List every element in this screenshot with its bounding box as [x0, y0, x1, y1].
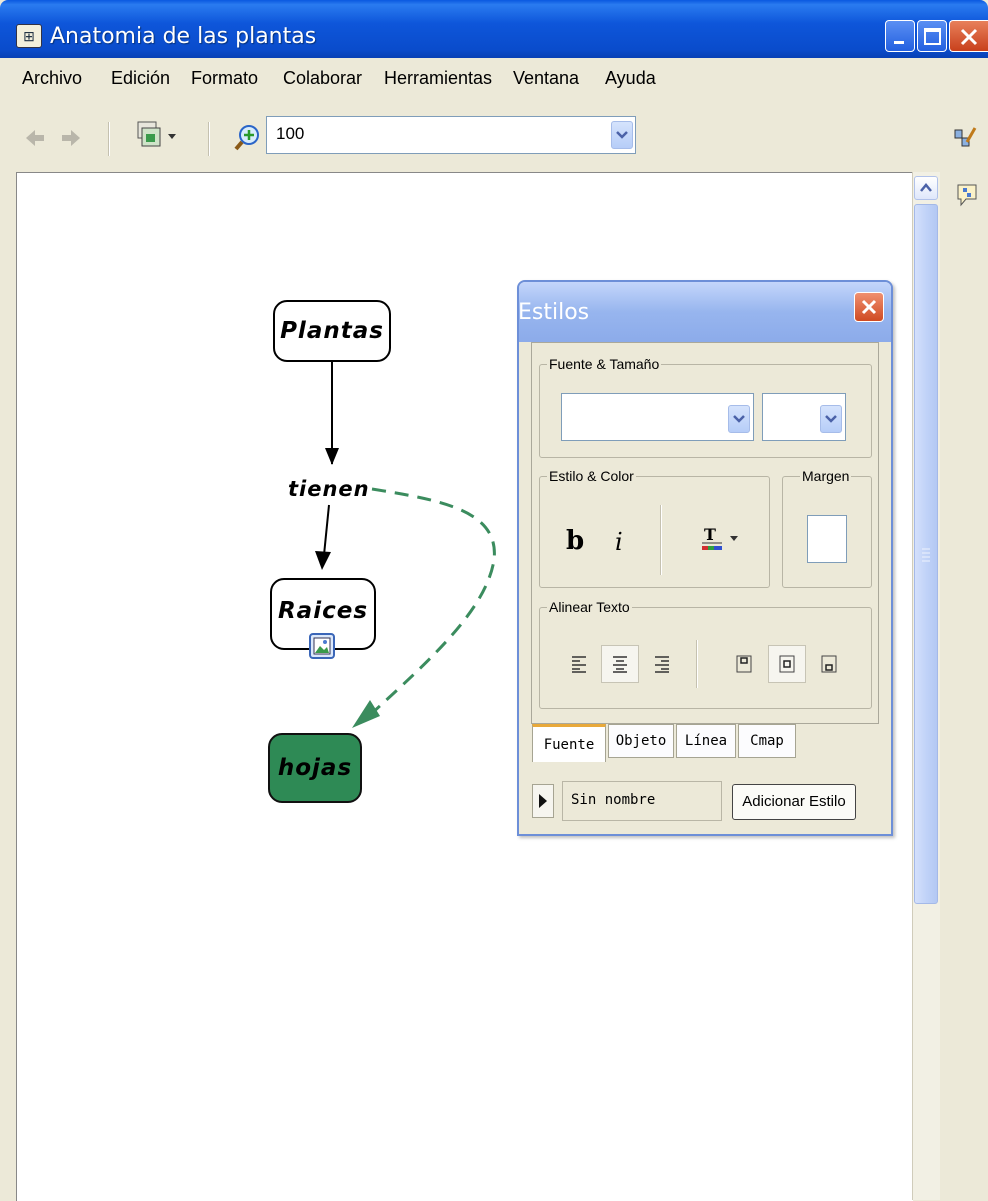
close-dialog-button[interactable]	[854, 292, 884, 322]
text-color-icon[interactable]: T	[700, 522, 748, 556]
tab-objeto[interactable]: Objeto	[608, 724, 674, 758]
tab-cmap[interactable]: Cmap	[738, 724, 796, 758]
separator	[660, 505, 662, 575]
svg-text:T: T	[704, 525, 716, 544]
align-left-icon[interactable]	[560, 645, 598, 683]
font-family-dropdown-button[interactable]	[728, 405, 750, 433]
margin-input[interactable]	[807, 515, 847, 563]
tab-fuente[interactable]: Fuente	[532, 724, 606, 762]
concept-node-hojas[interactable]: hojas	[268, 733, 362, 803]
add-style-button[interactable]: Adicionar Estilo	[732, 784, 856, 820]
styles-dialog-title: Estilos	[518, 300, 590, 325]
tab-linea[interactable]: Línea	[676, 724, 736, 758]
arrowhead-icon	[352, 700, 380, 728]
align-text-group-label: Alinear Texto	[547, 599, 632, 615]
separator	[696, 640, 698, 688]
align-right-icon[interactable]	[643, 645, 681, 683]
bold-button[interactable]: b	[566, 526, 584, 556]
arrowhead-icon	[315, 551, 331, 570]
arrowhead-icon	[325, 448, 339, 465]
italic-button[interactable]: i	[615, 528, 623, 556]
style-color-group-label: Estilo & Color	[547, 468, 636, 484]
linking-phrase-tienen[interactable]: tienen	[288, 477, 370, 501]
valign-bottom-icon[interactable]	[810, 645, 848, 683]
margin-group-label: Margen	[800, 468, 852, 484]
link-tienen-hojas-dashed	[368, 487, 496, 717]
image-resource-icon[interactable]	[309, 633, 335, 659]
font-family-select[interactable]	[561, 393, 754, 441]
style-name-field[interactable]: Sin nombre	[562, 781, 722, 821]
valign-top-icon[interactable]	[725, 645, 763, 683]
concept-node-plantas[interactable]: Plantas	[273, 300, 391, 362]
align-center-icon[interactable]	[601, 645, 639, 683]
font-size-dropdown-button[interactable]	[820, 405, 842, 433]
expand-arrow-button[interactable]	[532, 784, 554, 818]
valign-middle-icon[interactable]	[768, 645, 806, 683]
font-size-group-label: Fuente & Tamaño	[547, 356, 662, 372]
